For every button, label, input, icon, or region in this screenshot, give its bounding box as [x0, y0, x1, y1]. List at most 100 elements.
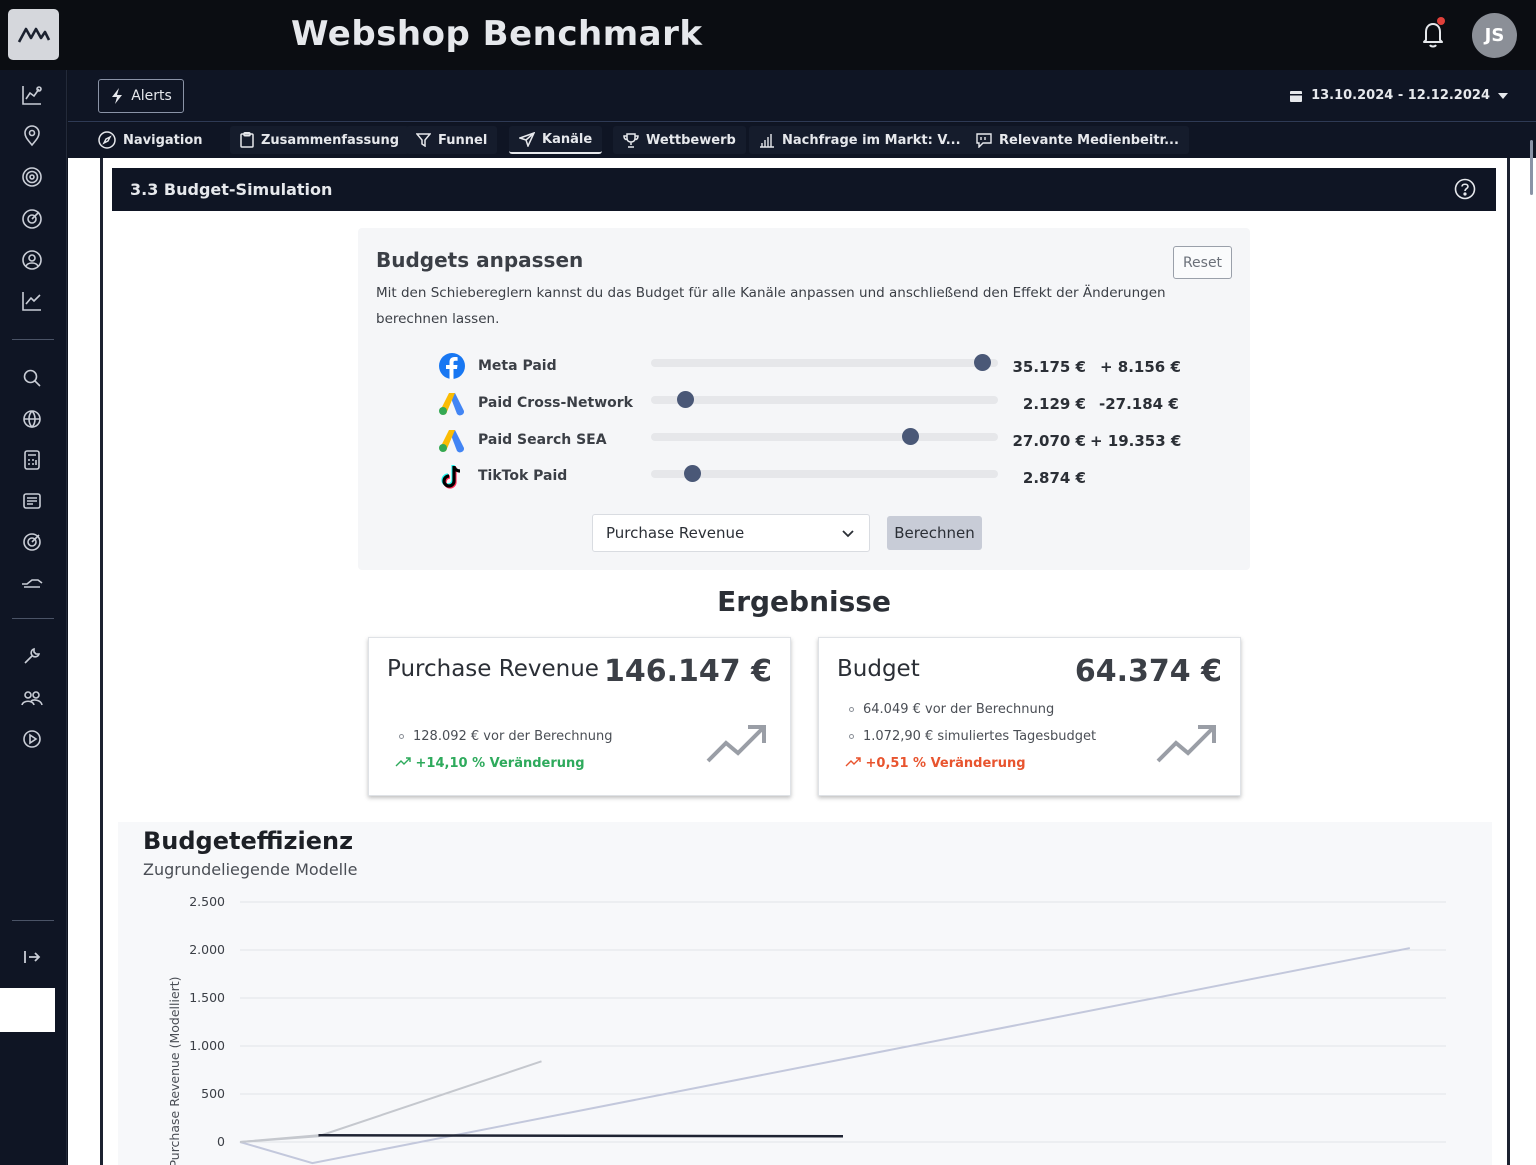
tab-kanaele[interactable]: Kanäle	[509, 126, 603, 154]
trend-chart-icon[interactable]	[20, 289, 44, 313]
channel-budget-value: 2.874 €	[1022, 469, 1086, 487]
results-title: Ergebnisse	[717, 585, 891, 618]
slider-thumb[interactable]	[677, 391, 695, 408]
y-tick-label: 2.500	[189, 894, 225, 909]
kpi-change-text: +14,10 % Veränderung	[415, 756, 585, 771]
series-line-1	[239, 1060, 542, 1143]
date-range-label: 13.10.2024 - 12.12.2024	[1311, 88, 1490, 103]
globe-icon[interactable]	[20, 407, 44, 431]
location-icon[interactable]	[20, 124, 44, 148]
panel-header: 3.3 Budget-Simulation	[112, 168, 1496, 211]
kpi-title: Budget	[837, 656, 920, 682]
metric-select[interactable]: Purchase Revenue	[592, 514, 870, 552]
filter-icon	[416, 133, 431, 147]
budget-adjust-card: Budgets anpassen Reset Mit den Schiebere…	[358, 228, 1250, 570]
y-tick-label: 0	[217, 1134, 225, 1149]
tab-label: Kanäle	[542, 131, 593, 147]
help-icon[interactable]	[1454, 178, 1476, 200]
sidebar-divider	[12, 339, 54, 340]
tab-wettbewerb[interactable]: Wettbewerb	[613, 126, 746, 154]
toolbar: Alerts 13.10.2024 - 12.12.2024	[68, 70, 1536, 122]
kpi-detail-text: 64.049 € vor der Berechnung	[863, 702, 1055, 717]
channel-label: Paid Search SEA	[478, 432, 607, 448]
notification-badge	[1437, 17, 1445, 25]
y-tick-label: 1.500	[189, 990, 225, 1005]
sidebar-divider	[12, 618, 54, 619]
caret-down-icon	[1498, 92, 1508, 99]
scrollbar-thumb[interactable]	[1530, 140, 1533, 195]
tab-label: Funnel	[438, 132, 488, 148]
team-icon[interactable]	[20, 686, 44, 710]
tab-bar: Navigation Zusammenfassung Funnel Kanäle…	[68, 123, 1536, 158]
kpi-detail-text: 1.072,90 € simuliertes Tagesbudget	[863, 729, 1097, 744]
analytics-icon[interactable]	[20, 83, 44, 107]
channel-budget-delta: -27.184 €	[1099, 395, 1179, 413]
play-icon[interactable]	[20, 727, 44, 751]
channel-budget-value: 35.175 €	[1012, 358, 1086, 376]
goal-icon[interactable]	[20, 530, 44, 554]
kpi-change-text: +0,51 % Veränderung	[865, 756, 1026, 771]
tiktok-icon	[441, 465, 461, 489]
trend-up-icon	[395, 757, 411, 767]
series-line-3	[318, 1134, 844, 1138]
tab-label: Wettbewerb	[646, 132, 736, 148]
channel-label: Paid Cross-Network	[478, 395, 633, 411]
kpi-change: +0,51 % Veränderung	[845, 756, 1026, 771]
kpi-title: Purchase Revenue	[387, 656, 599, 682]
wrench-icon[interactable]	[20, 644, 44, 668]
chevron-down-icon	[842, 530, 854, 538]
kpi-detail-line: 1.072,90 € simuliertes Tagesbudget	[849, 729, 1096, 744]
series-line-2	[239, 947, 1411, 1165]
budget-efficiency-section: Budgeteffizienz Zugrundeliegende Modelle…	[118, 822, 1492, 1165]
tab-funnel[interactable]: Funnel	[406, 126, 498, 154]
kpi-card-budget: Budget 64.374 € 64.049 € vor der Berechn…	[818, 637, 1241, 796]
tab-navigation[interactable]: Navigation	[88, 126, 213, 154]
calendar-icon	[1290, 90, 1303, 102]
trophy-icon	[623, 132, 639, 148]
y-tick-label: 1.000	[189, 1038, 225, 1053]
user-search-icon[interactable]	[20, 248, 44, 272]
tab-label: Zusammenfassung	[261, 132, 400, 148]
budget-slider-search-sea[interactable]	[651, 428, 998, 445]
bolt-icon	[112, 88, 123, 104]
kpi-value: 64.374 €	[1074, 654, 1222, 689]
slider-thumb[interactable]	[901, 428, 919, 445]
slider-thumb[interactable]	[684, 465, 701, 482]
date-range-picker[interactable]: 13.10.2024 - 12.12.2024	[1289, 88, 1508, 103]
alerts-button[interactable]: Alerts	[98, 79, 184, 113]
compass-target-icon[interactable]	[20, 207, 44, 231]
channel-budget-value: 27.070 €	[1012, 432, 1086, 450]
calculator-icon[interactable]	[20, 448, 44, 472]
target-icon[interactable]	[20, 165, 44, 189]
tab-zusammenfassung[interactable]: Zusammenfassung	[230, 126, 410, 154]
efficiency-chart: 0 500 1.000 1.500 2.000 2.500 Purchase Revenue…	[167, 894, 1446, 1165]
kpi-card-revenue: Purchase Revenue 146.147 € 128.092 € vor…	[368, 637, 791, 796]
y-tick-label: 2.000	[189, 942, 225, 957]
kpi-detail-line: 64.049 € vor der Berechnung	[849, 702, 1054, 717]
budget-slider-tiktok[interactable]	[651, 465, 998, 482]
collapse-icon[interactable]	[20, 945, 44, 969]
alerts-label: Alerts	[131, 88, 172, 104]
logo-icon[interactable]	[8, 9, 59, 60]
budget-slider-cross-network[interactable]	[651, 391, 998, 408]
sidebar-footer-block	[0, 988, 55, 1032]
budget-slider-meta[interactable]	[651, 354, 998, 371]
panel-title: 3.3 Budget-Simulation	[130, 180, 333, 199]
tab-label: Relevante Medienbeitr...	[999, 132, 1179, 148]
tab-medienbeitraege[interactable]: Relevante Medienbeitr...	[966, 126, 1189, 154]
slider-thumb[interactable]	[974, 354, 992, 371]
calculate-button[interactable]: Berechnen	[887, 516, 982, 550]
reset-button[interactable]: Reset	[1173, 246, 1232, 279]
trend-up-icon	[1156, 725, 1216, 763]
channel-budget-value: 2.129 €	[1022, 395, 1086, 413]
channel-budget-delta: + 19.353 €	[1090, 432, 1182, 450]
channel-label: TikTok Paid	[478, 468, 568, 484]
bar-chart-icon	[760, 133, 774, 148]
avatar[interactable]: JS	[1472, 13, 1517, 58]
news-icon[interactable]	[20, 489, 44, 513]
tab-label: Nachfrage im Markt: V...	[782, 132, 961, 148]
search-icon[interactable]	[20, 366, 44, 390]
compass-icon	[98, 131, 116, 149]
tab-nachfrage[interactable]: Nachfrage im Markt: V...	[749, 126, 971, 154]
trend-up-icon	[706, 725, 766, 763]
